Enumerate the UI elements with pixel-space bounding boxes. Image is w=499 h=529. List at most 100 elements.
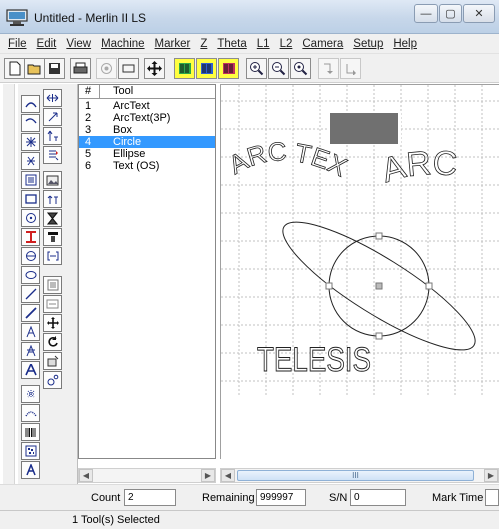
arc-up-tool[interactable]	[21, 95, 40, 113]
bracket-tool[interactable]	[43, 247, 62, 265]
tool-row-4-selected[interactable]: 4 Circle	[79, 136, 215, 148]
open-button[interactable]	[24, 58, 45, 79]
rectangle-button[interactable]	[118, 58, 139, 79]
remaining-field[interactable]: 999997	[256, 489, 306, 506]
ellipse-tool[interactable]	[21, 266, 40, 284]
tool-list-scrollbar[interactable]: ◀ ▶	[78, 468, 216, 483]
scroll-right-icon[interactable]: ▶	[201, 469, 215, 482]
maximize-button[interactable]: ▢	[439, 4, 462, 23]
toolbar	[0, 54, 499, 83]
image-tool[interactable]	[43, 171, 62, 189]
move-button[interactable]	[144, 58, 165, 79]
line-diagonal-tool[interactable]	[21, 304, 40, 322]
design-canvas[interactable]: ARC TEXT ARC TELESIS	[220, 84, 499, 459]
tool-row-2[interactable]: 2 ArcText(3P)	[79, 112, 215, 124]
box-tool[interactable]	[21, 190, 40, 208]
menu-file[interactable]: File	[3, 38, 32, 50]
zoom-out-button[interactable]	[268, 58, 289, 79]
count-field[interactable]: 2	[124, 489, 176, 506]
scroll-left-icon[interactable]: ◀	[79, 469, 93, 482]
rotate-tool[interactable]	[43, 333, 62, 351]
circle-tool[interactable]	[21, 247, 40, 265]
dot-arc-tool[interactable]	[21, 404, 40, 422]
zoom-fit-button[interactable]	[290, 58, 311, 79]
close-button[interactable]: ✕	[463, 4, 495, 23]
vertical-text-tool[interactable]	[43, 190, 62, 208]
counter-panel: Count 2 Remaining 999997 S/N 0 Mark Time	[0, 484, 499, 510]
menu-camera[interactable]: Camera	[297, 38, 348, 50]
circle-dot-tool[interactable]	[21, 209, 40, 227]
scatter-curve-tool[interactable]	[21, 152, 40, 170]
text-size-tool[interactable]	[43, 127, 62, 145]
pattern-tool[interactable]	[21, 171, 40, 189]
menu-theta[interactable]: Theta	[212, 38, 251, 50]
new-button[interactable]	[4, 58, 25, 79]
zoom-in-button[interactable]	[246, 58, 267, 79]
header-number[interactable]: #	[85, 85, 91, 97]
menu-marker[interactable]: Marker	[150, 38, 196, 50]
tool-list-header: # Tool	[79, 85, 215, 99]
mirror-tool[interactable]	[43, 352, 62, 370]
scatter-tool[interactable]	[21, 133, 40, 151]
arc-down-tool[interactable]	[21, 114, 40, 132]
target-button[interactable]	[96, 58, 117, 79]
circle-icon	[25, 251, 36, 261]
canvas-scroll-left-icon[interactable]: ◀	[221, 469, 235, 482]
step-down-button[interactable]	[340, 58, 361, 79]
header-tool[interactable]: Tool	[113, 85, 133, 97]
diagonal-arrow-tool[interactable]	[43, 108, 62, 126]
menu-z[interactable]: Z	[195, 38, 212, 50]
barcode-color-3-button[interactable]	[218, 58, 239, 79]
line-tool[interactable]	[21, 285, 40, 303]
print-button[interactable]	[70, 58, 91, 79]
arc-text-right[interactable]: ARC	[377, 144, 459, 191]
align-bar-tool[interactable]	[43, 228, 62, 246]
matrix-code-tool[interactable]	[21, 442, 40, 460]
menu-view[interactable]: View	[61, 38, 96, 50]
barcode-graphic[interactable]	[329, 111, 401, 145]
menu-l1[interactable]: L1	[252, 38, 275, 50]
tool-name: ArcText	[113, 100, 150, 112]
sn-field[interactable]: 0	[350, 489, 406, 506]
menu-help[interactable]: Help	[388, 38, 422, 50]
move-tool[interactable]	[43, 314, 62, 332]
telesis-text[interactable]: TELESIS	[257, 341, 372, 380]
horizontal-arrows-tool[interactable]	[43, 89, 62, 107]
circle-shape-selected[interactable]	[325, 232, 433, 340]
barcode-color-2-button[interactable]	[196, 58, 217, 79]
dot-scatter-tool[interactable]	[21, 385, 40, 403]
tool-row-3[interactable]: 3 Box	[79, 124, 215, 136]
text-hatched-tool[interactable]	[21, 342, 40, 360]
abc-box-tool[interactable]	[43, 295, 62, 313]
bracket-icon	[47, 251, 58, 261]
save-button[interactable]	[44, 58, 65, 79]
barcode-tool[interactable]	[21, 423, 40, 441]
text-outline-tool[interactable]	[21, 361, 40, 379]
minimize-button[interactable]: —	[414, 4, 438, 23]
degree-icon	[47, 374, 58, 386]
tool-list[interactable]: # Tool 1 ArcText 2 ArcText(3P) 3 Box 4 C…	[78, 84, 216, 459]
degree-tool[interactable]	[43, 371, 62, 389]
diagonal-arrow-icon	[48, 112, 57, 122]
text-a-tool[interactable]	[21, 323, 40, 341]
canvas-scroll-thumb[interactable]: III	[237, 470, 474, 481]
text-box-tool[interactable]	[21, 461, 40, 479]
menu-l2[interactable]: L2	[275, 38, 298, 50]
canvas-scrollbar[interactable]: ◀ III ▶	[220, 468, 499, 483]
step-right-button[interactable]	[318, 58, 339, 79]
menu-edit[interactable]: Edit	[32, 38, 62, 50]
hourglass-tool[interactable]	[43, 209, 62, 227]
barcode-color-1-button[interactable]	[174, 58, 195, 79]
palette-grip[interactable]	[3, 84, 15, 504]
canvas-scroll-right-icon[interactable]: ▶	[484, 469, 498, 482]
red-line-tool[interactable]	[21, 228, 40, 246]
grid-text-tool[interactable]	[43, 276, 62, 294]
menu-setup[interactable]: Setup	[348, 38, 388, 50]
tool-row-6[interactable]: 6 Text (OS)	[79, 160, 215, 172]
text-hatched-icon	[26, 345, 35, 357]
tool-row-5[interactable]: 5 Ellipse	[79, 148, 215, 160]
mark-time-field[interactable]	[485, 489, 499, 506]
text-align-tool[interactable]	[43, 146, 62, 164]
tool-row-1[interactable]: 1 ArcText	[79, 100, 215, 112]
menu-machine[interactable]: Machine	[96, 38, 149, 50]
